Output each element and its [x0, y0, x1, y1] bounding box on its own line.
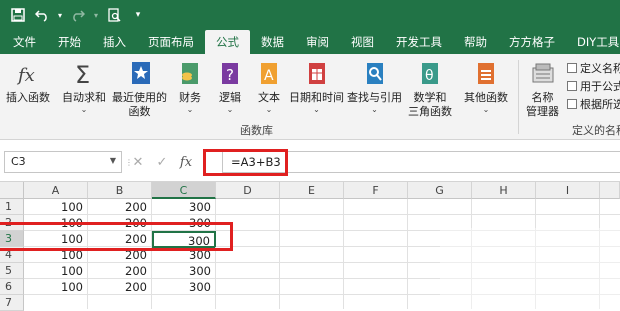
- column-header-e[interactable]: E: [280, 182, 344, 199]
- column-header-b[interactable]: B: [88, 182, 152, 199]
- svg-text:A: A: [264, 68, 274, 84]
- formula-icon: [567, 81, 577, 91]
- ribbon-tabs: 文件 开始 插入 页面布局 公式 数据 审阅 视图 开发工具 帮助 方方格子 D…: [0, 30, 620, 54]
- tab-page-layout[interactable]: 页面布局: [137, 30, 205, 54]
- tag-icon: [567, 63, 577, 73]
- question-book-icon: ?: [222, 63, 238, 84]
- svg-text:fx: fx: [16, 65, 35, 86]
- row-header-1[interactable]: 1: [0, 199, 24, 215]
- quick-access-toolbar: ▾ ▾ ▾: [0, 0, 620, 30]
- formula-bar: C3 ▼ ⋮ ✕ ✓ fx =A3+B3: [0, 140, 620, 182]
- name-manager-button[interactable]: 名称 管理器: [526, 60, 559, 119]
- watermark-overlay: [440, 228, 620, 309]
- cell-a5[interactable]: 100: [24, 263, 88, 279]
- more-functions-button[interactable]: 其他函数 ⌄: [464, 60, 508, 115]
- tab-insert[interactable]: 插入: [92, 30, 137, 54]
- column-header-g[interactable]: G: [408, 182, 472, 199]
- name-manager-icon: [532, 63, 553, 83]
- name-box[interactable]: C3 ▼: [4, 151, 122, 173]
- chevron-down-icon[interactable]: ▼: [110, 156, 116, 165]
- tab-file[interactable]: 文件: [2, 30, 47, 54]
- grid-icon: [567, 99, 577, 109]
- column-header-d[interactable]: D: [216, 182, 280, 199]
- column-header-i[interactable]: I: [536, 182, 600, 199]
- sigma-icon: Σ: [75, 61, 90, 88]
- select-all-corner[interactable]: [0, 182, 24, 199]
- tab-data[interactable]: 数据: [250, 30, 295, 54]
- group-label-function-library: 函数库: [240, 124, 273, 137]
- ribbon-separator: [518, 60, 519, 134]
- text-button[interactable]: A 文本 ⌄: [255, 60, 283, 115]
- cell-c6[interactable]: 300: [152, 279, 216, 295]
- formula-buttons: ✕ ✓ fx: [126, 151, 198, 173]
- fx-icon: fx: [16, 65, 35, 86]
- cell-a1[interactable]: 100: [24, 199, 88, 215]
- finance-icon: [182, 63, 198, 84]
- math-trig-button[interactable]: θ 数学和 三角函数: [408, 60, 452, 119]
- date-time-button[interactable]: 日期和时间 ⌄: [289, 60, 344, 115]
- svg-text:?: ?: [226, 66, 234, 84]
- highlight-box-row-3: [0, 222, 233, 251]
- redo-icon[interactable]: [68, 5, 88, 25]
- tab-review[interactable]: 审阅: [295, 30, 340, 54]
- enter-icon[interactable]: ✓: [150, 155, 174, 170]
- redo-dropdown-icon[interactable]: ▾: [92, 5, 100, 25]
- autosum-button[interactable]: Σ 自动求和 ⌄: [62, 60, 106, 115]
- tab-view[interactable]: 视图: [340, 30, 385, 54]
- highlight-box-formula: [203, 149, 288, 176]
- cell-b6[interactable]: 200: [88, 279, 152, 295]
- group-label-defined-names: 定义的名称: [572, 124, 620, 137]
- undo-dropdown-icon[interactable]: ▾: [56, 5, 64, 25]
- create-from-selection-button[interactable]: 根据所选: [567, 96, 620, 112]
- finance-button[interactable]: 财务 ⌄: [176, 60, 204, 115]
- star-book-icon: [131, 62, 150, 84]
- text-book-icon: A: [261, 63, 277, 84]
- logic-button[interactable]: ? 逻辑 ⌄: [216, 60, 244, 115]
- cell-b1[interactable]: 200: [88, 199, 152, 215]
- theta-icon: θ: [422, 63, 438, 84]
- cell-b5[interactable]: 200: [88, 263, 152, 279]
- lookup-reference-button[interactable]: 查找与引用 ⌄: [347, 60, 402, 115]
- undo-icon[interactable]: [32, 5, 52, 25]
- print-preview-icon[interactable]: [104, 5, 124, 25]
- insert-function-icon[interactable]: fx: [174, 155, 198, 170]
- lookup-icon: [366, 63, 383, 84]
- tab-fangfang[interactable]: 方方格子: [498, 30, 566, 54]
- define-name-button[interactable]: 定义名称: [567, 60, 620, 76]
- svg-text:θ: θ: [425, 68, 434, 84]
- customize-icon[interactable]: ▾: [128, 5, 148, 25]
- tab-developer[interactable]: 开发工具: [385, 30, 453, 54]
- column-header-a[interactable]: A: [24, 182, 88, 199]
- column-header-c[interactable]: C: [152, 182, 216, 199]
- save-icon[interactable]: [8, 5, 28, 25]
- use-in-formula-button[interactable]: 用于公式: [567, 78, 620, 94]
- row-header-6[interactable]: 6: [0, 279, 24, 295]
- row-header-5[interactable]: 5: [0, 263, 24, 279]
- svg-text:Σ: Σ: [75, 61, 90, 88]
- column-header-f[interactable]: F: [344, 182, 408, 199]
- insert-function-button[interactable]: fx 插入函数: [6, 60, 50, 105]
- cell-a6[interactable]: 100: [24, 279, 88, 295]
- column-header-j[interactable]: [600, 182, 620, 199]
- name-box-value: C3: [11, 155, 26, 168]
- cancel-icon[interactable]: ✕: [126, 155, 150, 170]
- more-functions-icon: [478, 63, 494, 84]
- row-7-cells[interactable]: [24, 295, 216, 309]
- tab-help[interactable]: 帮助: [453, 30, 498, 54]
- tab-home[interactable]: 开始: [47, 30, 92, 54]
- cell-c5[interactable]: 300: [152, 263, 216, 279]
- tab-formulas[interactable]: 公式: [205, 30, 250, 54]
- cell-c1[interactable]: 300: [152, 199, 216, 215]
- tab-diy-tools[interactable]: DIY工具: [566, 30, 620, 54]
- ribbon-formulas: fx 插入函数 Σ 自动求和 ⌄ 最近使用的 函数 财务 ⌄ ? 逻辑 ⌄ A …: [0, 54, 620, 140]
- calendar-icon: [308, 63, 325, 84]
- column-header-h[interactable]: H: [472, 182, 536, 199]
- recently-used-button[interactable]: 最近使用的 函数: [112, 60, 167, 119]
